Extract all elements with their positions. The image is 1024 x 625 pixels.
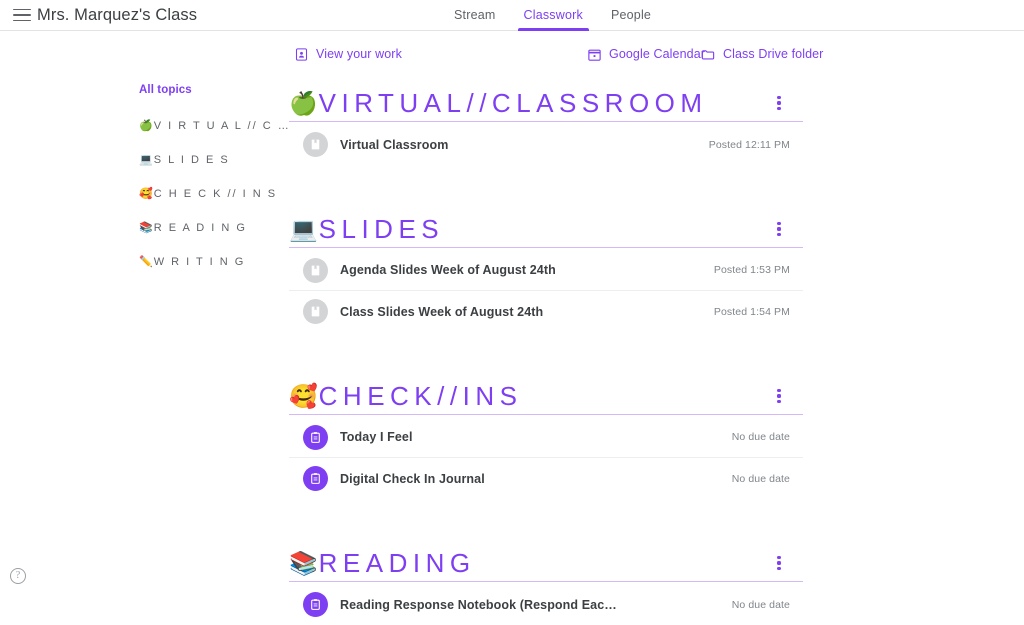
- books-icon: 📚: [139, 222, 153, 234]
- books-icon: 📚: [289, 549, 318, 576]
- classwork-item[interactable]: Agenda Slides Week of August 24th Posted…: [289, 250, 803, 291]
- section-items: Agenda Slides Week of August 24th Posted…: [289, 248, 803, 332]
- tab-people[interactable]: People: [597, 0, 665, 31]
- classwork-item-meta: No due date: [731, 431, 790, 443]
- section-title: 🍏 VIRTUAL//CLASSROOM: [289, 88, 708, 118]
- assignment-icon: [303, 466, 328, 491]
- hamburger-icon[interactable]: [10, 3, 34, 27]
- laptop-icon: 💻: [139, 154, 153, 166]
- folder-icon: [700, 47, 716, 62]
- section-header: 📚 READING: [289, 536, 803, 582]
- google-calendar-label: Google Calendar: [609, 47, 706, 61]
- class-drive-folder-label: Class Drive folder: [723, 47, 824, 61]
- classwork-item[interactable]: Digital Check In Journal No due date: [289, 458, 803, 499]
- section-title: 💻 SLIDES: [289, 214, 444, 244]
- material-post-icon: [303, 257, 328, 283]
- smiling-face-hearts-icon: 🥰: [139, 188, 153, 200]
- section-title-text: READING: [318, 548, 476, 578]
- calendar-icon: [587, 47, 602, 62]
- assignment-icon: [303, 424, 328, 450]
- section-virtual-classroom: 🍏 VIRTUAL//CLASSROOM Virtual Classroom P…: [289, 76, 803, 165]
- classwork-item-meta: No due date: [731, 472, 790, 485]
- section-items: Today I Feel No due date Digital Check I…: [289, 415, 803, 499]
- google-calendar-button[interactable]: Google Calendar: [587, 43, 705, 65]
- section-title: 📚 READING: [289, 548, 476, 578]
- section-title-text: SLIDES: [318, 214, 445, 244]
- help-icon[interactable]: ?: [10, 568, 26, 584]
- section-items: Virtual Classroom Posted 12:11 PM: [289, 122, 803, 165]
- topic-reading[interactable]: 📚 R E A D I N G: [139, 221, 279, 235]
- classwork-item[interactable]: Virtual Classroom Posted 12:11 PM: [289, 124, 803, 165]
- tab-stream[interactable]: Stream: [440, 0, 510, 31]
- classwork-item[interactable]: Class Slides Week of August 24th Posted …: [289, 291, 803, 332]
- page-title: Mrs. Marquez's Class: [37, 6, 198, 24]
- classwork-sections: 🍏 VIRTUAL//CLASSROOM Virtual Classroom P…: [289, 76, 803, 625]
- laptop-icon: 💻: [289, 215, 318, 242]
- material-post-icon: [303, 132, 328, 157]
- classwork-toolbar: View your work Google Calendar Class Dri…: [0, 43, 1024, 67]
- nav-tabs: Stream Classwork People: [440, 0, 665, 31]
- topic-label: C H E C K // I N S: [153, 188, 278, 200]
- tab-classwork[interactable]: Classwork: [510, 0, 597, 31]
- classwork-item-title: Virtual Classroom: [340, 137, 449, 152]
- classwork-item-meta: Posted 12:11 PM: [708, 138, 790, 151]
- class-drive-folder-button[interactable]: Class Drive folder: [700, 43, 823, 65]
- section-items: Reading Response Notebook (Respond Eac… …: [289, 582, 803, 625]
- more-vert-icon[interactable]: [768, 92, 790, 114]
- section-title-text: VIRTUAL//CLASSROOM: [318, 88, 708, 118]
- section-title: 🥰 CHECK//INS: [289, 381, 522, 411]
- topic-writing[interactable]: ✏️ W R I T I N G: [139, 255, 279, 269]
- classwork-item-meta: Posted 1:54 PM: [713, 305, 790, 318]
- topic-virtual-classroom[interactable]: 🍏 V I R T U A L // C …: [139, 119, 289, 133]
- view-your-work-label: View your work: [316, 47, 402, 61]
- classwork-item-title: Reading Response Notebook (Respond Eac…: [340, 597, 617, 612]
- topic-label: W R I T I N G: [153, 256, 246, 268]
- classwork-page: View your work Google Calendar Class Dri…: [0, 31, 1024, 617]
- section-check-ins: 🥰 CHECK//INS Today I Feel No due date Di…: [289, 369, 803, 499]
- topic-all[interactable]: All topics: [139, 83, 279, 97]
- app-bar: Mrs. Marquez's Class Stream Classwork Pe…: [0, 0, 1024, 31]
- topics-sidebar: All topics 🍏 V I R T U A L // C … 💻 S L …: [139, 83, 289, 289]
- classwork-item-meta: Posted 1:53 PM: [713, 264, 790, 276]
- section-slides: 💻 SLIDES Agenda Slides Week of August 24…: [289, 202, 803, 332]
- assignment-ind-icon: [294, 47, 309, 62]
- classwork-item[interactable]: Reading Response Notebook (Respond Eac… …: [289, 584, 803, 625]
- classwork-item-title: Digital Check In Journal: [340, 471, 485, 486]
- classwork-item-title: Agenda Slides Week of August 24th: [340, 263, 556, 277]
- apple-icon: 🍏: [139, 120, 153, 132]
- classwork-item-title: Today I Feel: [340, 430, 413, 444]
- more-vert-icon[interactable]: [768, 385, 790, 407]
- topic-check-ins[interactable]: 🥰 C H E C K // I N S: [139, 187, 279, 201]
- apple-icon: 🍏: [289, 89, 318, 116]
- section-title-text: CHECK//INS: [318, 381, 523, 411]
- topic-label: V I R T U A L // C …: [153, 120, 291, 132]
- section-header: 🥰 CHECK//INS: [289, 369, 803, 415]
- smiling-face-hearts-icon: 🥰: [289, 382, 318, 409]
- classwork-item-title: Class Slides Week of August 24th: [340, 304, 544, 319]
- assignment-icon: [303, 592, 328, 617]
- more-vert-icon[interactable]: [768, 552, 790, 574]
- material-post-icon: [303, 299, 328, 324]
- topic-label: R E A D I N G: [153, 222, 247, 234]
- topic-slides[interactable]: 💻 S L I D E S: [139, 153, 279, 167]
- pencil-icon: ✏️: [139, 256, 153, 268]
- classwork-item-meta: No due date: [731, 598, 790, 611]
- section-reading: 📚 READING Reading Response Notebook (Res…: [289, 536, 803, 625]
- topic-label: S L I D E S: [153, 154, 230, 166]
- section-header: 💻 SLIDES: [289, 202, 803, 248]
- section-header: 🍏 VIRTUAL//CLASSROOM: [289, 76, 803, 122]
- more-vert-icon[interactable]: [768, 218, 790, 240]
- view-your-work-button[interactable]: View your work: [294, 43, 402, 65]
- classwork-item[interactable]: Today I Feel No due date: [289, 417, 803, 458]
